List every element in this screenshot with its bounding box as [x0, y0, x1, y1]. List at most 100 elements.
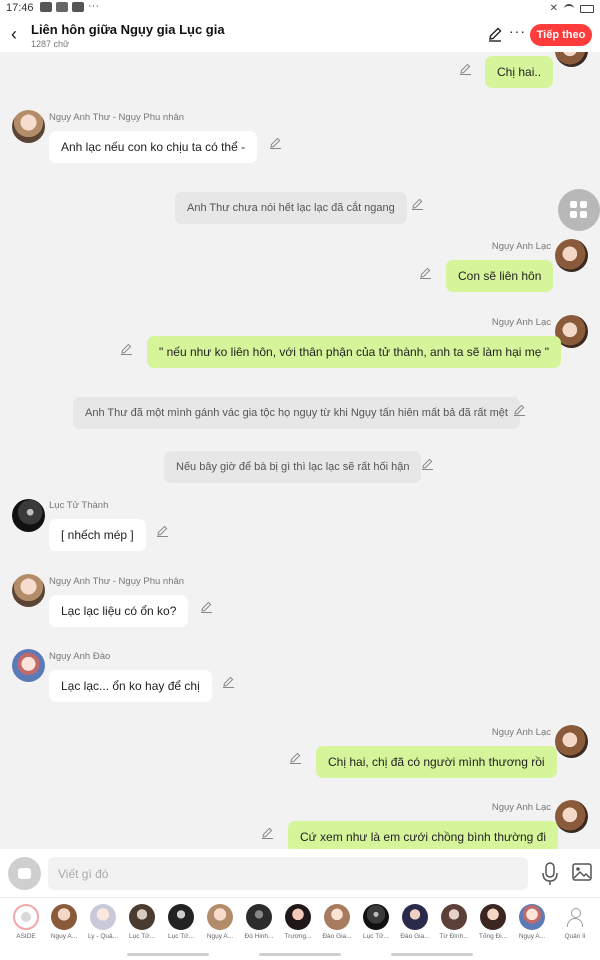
image-icon[interactable]	[572, 863, 592, 881]
edit-message-icon[interactable]	[513, 403, 526, 416]
edit-message-icon[interactable]	[200, 600, 213, 613]
character-item[interactable]: Từ Đình...	[436, 904, 472, 940]
edit-message-icon[interactable]	[411, 197, 424, 210]
character-item[interactable]: Ngụy A...	[202, 904, 238, 940]
avatar	[246, 904, 272, 930]
more-options-icon[interactable]: ···	[509, 23, 526, 39]
nav-home-handle[interactable]	[259, 953, 341, 956]
avatar	[90, 904, 116, 930]
status-time: 17:46	[6, 2, 34, 14]
character-selector-bar: ASIDE Nguy A... Ly - Quả... Lục Tử... Lụ…	[0, 897, 600, 960]
character-item[interactable]: Ngụy A...	[514, 904, 550, 940]
sender-name: Ngụy Anh Lạc	[491, 727, 551, 738]
back-arrow-icon[interactable]: ‹	[6, 24, 22, 45]
edit-message-icon[interactable]	[289, 751, 302, 764]
sender-name: Ngụy Anh Đào	[49, 651, 111, 662]
character-item[interactable]: Lục Tử...	[163, 904, 199, 940]
edit-message-icon[interactable]	[419, 266, 432, 279]
user-icon	[562, 904, 588, 930]
story-title: Liên hôn giữa Ngụy gia Lục gia	[31, 22, 225, 37]
nav-back-handle[interactable]	[391, 953, 473, 956]
aside-icon	[13, 904, 39, 930]
wifi-icon	[564, 4, 574, 13]
narration-bubble[interactable]: Anh Thư chưa nói hết lạc lạc đã cắt ngan…	[175, 192, 407, 224]
avatar	[402, 904, 428, 930]
system-navigation-bar	[0, 953, 600, 960]
mute-icon: ✕	[549, 3, 558, 14]
avatar	[441, 904, 467, 930]
chat-bubble[interactable]: Lạc lạc... ổn ko hay để chị	[49, 670, 212, 702]
chat-bubble[interactable]: Anh lạc nếu con ko chịu ta có thể -	[49, 131, 258, 163]
avatar	[207, 904, 233, 930]
chat-area[interactable]: Chị hai.. Ngụy Anh Thư - Ngụy Phu nhân A…	[0, 52, 600, 849]
next-button[interactable]: Tiếp theo	[530, 24, 592, 46]
character-item[interactable]: Ly - Quả...	[85, 904, 121, 940]
chat-bubble[interactable]: " nếu như ko liên hôn, với thân phận của…	[147, 336, 562, 368]
narration-bubble[interactable]: Anh Thư đã một mình gánh vác gia tộc họ …	[73, 397, 520, 429]
message-input[interactable]	[48, 857, 528, 890]
narration-bubble[interactable]: Nếu bây giờ để bà bị gì thì lạc lạc sẽ r…	[164, 451, 422, 483]
character-item[interactable]: Tống Đi...	[475, 904, 511, 940]
sender-name: Ngụy Anh Lạc	[491, 802, 551, 813]
avatar[interactable]	[555, 800, 588, 833]
character-item[interactable]: Đào Gia...	[319, 904, 355, 940]
avatar[interactable]	[12, 649, 45, 682]
avatar[interactable]	[555, 52, 588, 67]
edit-story-icon[interactable]	[487, 26, 503, 42]
avatar	[168, 904, 194, 930]
character-item[interactable]: Đào Gia...	[397, 904, 433, 940]
edit-message-icon[interactable]	[421, 457, 434, 470]
avatar[interactable]	[12, 574, 45, 607]
edit-message-icon[interactable]	[269, 136, 282, 149]
chat-bubble[interactable]: Chị hai..	[485, 56, 554, 88]
avatar[interactable]	[12, 110, 45, 143]
avatar[interactable]	[12, 499, 45, 532]
microphone-icon[interactable]	[541, 862, 559, 886]
avatar[interactable]	[555, 725, 588, 758]
avatar	[51, 904, 77, 930]
more-notifications-icon: ···	[88, 0, 99, 12]
gallery-notification-icon	[40, 2, 52, 12]
message-type-toggle-icon[interactable]	[8, 857, 41, 890]
word-count: 1287 chữ	[31, 39, 70, 49]
edit-message-icon[interactable]	[261, 826, 274, 839]
chat-bubble[interactable]: Lạc lạc liệu có ổn ko?	[49, 595, 189, 627]
character-item[interactable]: Trương...	[280, 904, 316, 940]
youtube-notification-icon	[56, 2, 68, 12]
sender-name: Lục Tử Thành	[49, 500, 109, 511]
app-header: ‹ Liên hôn giữa Ngụy gia Lục gia 1287 ch…	[0, 18, 600, 52]
avatar	[285, 904, 311, 930]
character-item[interactable]: Lục Tử...	[124, 904, 160, 940]
character-item[interactable]: Đỗ Hinh...	[241, 904, 277, 940]
character-item[interactable]: Lục Tử...	[358, 904, 394, 940]
edit-message-icon[interactable]	[156, 524, 169, 537]
avatar	[519, 904, 545, 930]
edit-message-icon[interactable]	[120, 342, 133, 355]
status-notification-icons: ···	[40, 0, 99, 12]
grid-menu-button[interactable]	[558, 189, 600, 231]
avatar	[324, 904, 350, 930]
avatar	[480, 904, 506, 930]
grid-icon	[570, 201, 577, 208]
sender-name: Ngụy Anh Thư - Ngụy Phu nhân	[49, 576, 185, 587]
battery-icon	[580, 4, 594, 13]
character-aside[interactable]: ASIDE	[8, 904, 44, 940]
chat-bubble[interactable]: [ nhếch mép ]	[49, 519, 146, 551]
edit-message-icon[interactable]	[222, 675, 235, 688]
chat-bubble[interactable]: Chị hai, chị đã có người mình thương rồi	[316, 746, 557, 778]
edit-message-icon[interactable]	[459, 62, 472, 75]
app-notification-icon	[72, 2, 84, 12]
sender-name: Ngụy Anh Lạc	[491, 241, 551, 252]
character-item[interactable]: Nguy A...	[46, 904, 82, 940]
sender-name: Ngụy Anh Lạc	[491, 317, 551, 328]
sender-name: Ngụy Anh Thư - Ngụy Phu nhân	[49, 112, 185, 123]
nav-recent-handle[interactable]	[127, 953, 209, 956]
chat-bubble[interactable]: Con sẽ liên hôn	[446, 260, 554, 292]
chat-bubble[interactable]: Cứ xem như là em cưới chồng bình thường …	[288, 821, 558, 849]
avatar[interactable]	[555, 239, 588, 272]
status-bar: 17:46 ··· ✕	[0, 0, 600, 18]
avatar	[363, 904, 389, 930]
status-system-icons: ✕	[550, 3, 594, 14]
manage-characters-button[interactable]: Quản lí	[557, 904, 593, 940]
input-bar	[0, 849, 600, 897]
